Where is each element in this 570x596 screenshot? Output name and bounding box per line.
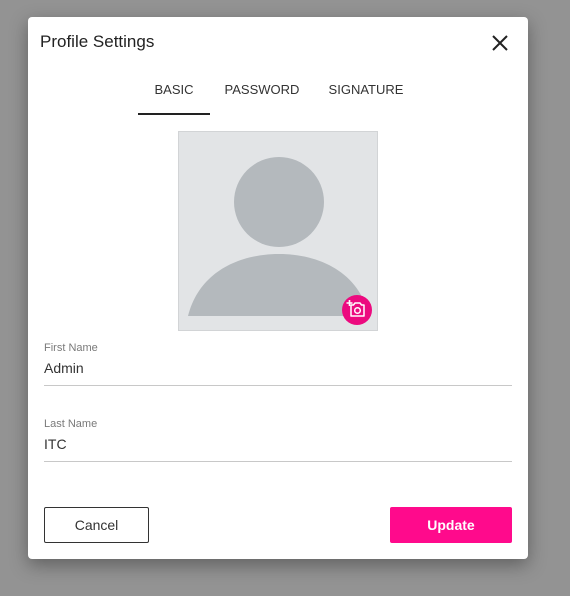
close-icon (492, 35, 508, 51)
last-name-label: Last Name (44, 418, 98, 430)
close-button[interactable] (488, 31, 512, 55)
last-name-input[interactable] (44, 434, 504, 454)
add-photo-icon (346, 300, 365, 317)
cancel-button[interactable]: Cancel (44, 507, 149, 543)
profile-settings-dialog: Profile Settings BASIC PASSWORD SIGNATUR… (28, 17, 528, 559)
first-name-field: First Name (44, 342, 512, 386)
last-name-field: Last Name (44, 418, 512, 462)
tab-password[interactable]: PASSWORD (210, 73, 314, 115)
update-button[interactable]: Update (390, 507, 512, 543)
change-photo-button[interactable] (342, 295, 372, 325)
first-name-label: First Name (44, 342, 98, 354)
first-name-input[interactable] (44, 358, 504, 378)
tab-signature[interactable]: SIGNATURE (314, 73, 418, 115)
dialog-title: Profile Settings (40, 32, 155, 51)
tab-bar: BASIC PASSWORD SIGNATURE (138, 73, 418, 115)
tab-basic[interactable]: BASIC (138, 73, 210, 115)
